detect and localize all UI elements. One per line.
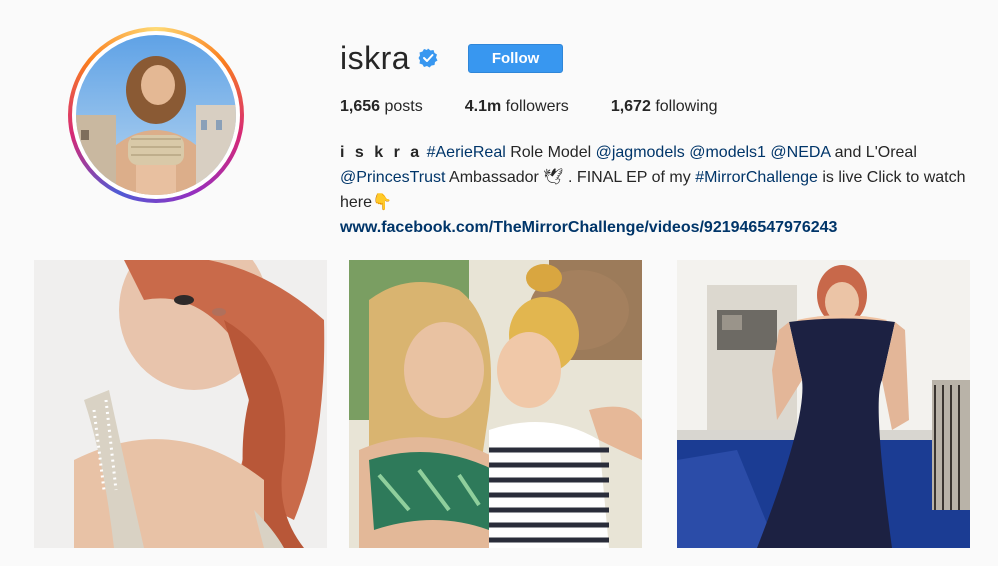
mention-models1[interactable]: @models1 xyxy=(689,144,766,161)
mention-neda[interactable]: @NEDA xyxy=(770,144,830,161)
post-tile[interactable] xyxy=(677,260,970,548)
bio-text: here👇 xyxy=(340,194,392,211)
hashtag-mirrorchallenge[interactable]: #MirrorChallenge xyxy=(695,169,818,186)
followers-label: followers xyxy=(505,98,569,115)
stat-followers[interactable]: 4.1m followers xyxy=(465,98,569,116)
hashtag-aeriereal[interactable]: #AerieReal xyxy=(427,144,506,161)
following-label: following xyxy=(655,98,718,115)
profile-avatar-ring[interactable] xyxy=(68,27,244,203)
avatar-ring-inner xyxy=(72,31,240,199)
bio-text: is live Click to watch xyxy=(817,169,966,186)
post-tile[interactable] xyxy=(34,260,327,548)
bio-line-1: i s k r a #AerieReal Role Model @jagmode… xyxy=(340,140,980,165)
following-count: 1,672 xyxy=(610,98,651,115)
follow-button[interactable]: Follow xyxy=(468,43,564,73)
posts-count: 1,656 xyxy=(340,98,381,115)
post-image xyxy=(34,260,327,548)
bio-text: Role Model xyxy=(505,144,596,161)
mention-jagmodels[interactable]: @jagmodels xyxy=(596,144,685,161)
post-tile[interactable] xyxy=(349,260,642,548)
posts-label: posts xyxy=(384,98,423,115)
post-image xyxy=(677,260,970,548)
avatar[interactable] xyxy=(76,35,236,195)
bio-text: Ambassador 🕊 . FINAL EP of my xyxy=(445,169,696,186)
bio-website-link[interactable]: www.facebook.com/TheMirrorChallenge/vide… xyxy=(340,215,980,240)
post-image xyxy=(349,260,642,548)
mention-princestrust[interactable]: @PrincesTrust xyxy=(340,169,445,186)
profile-bio: i s k r a #AerieReal Role Model @jagmode… xyxy=(340,140,980,240)
profile-header: iskra Follow xyxy=(340,38,564,78)
profile-stats: 1,656 posts 4.1m followers 1,672 followi… xyxy=(340,98,760,116)
bio-line-3: here👇 xyxy=(340,190,980,215)
avatar-photo xyxy=(76,35,236,195)
stat-posts: 1,656 posts xyxy=(340,98,423,116)
profile-username: iskra xyxy=(340,40,411,76)
bio-line-2: @PrincesTrust Ambassador 🕊 . FINAL EP of… xyxy=(340,165,980,190)
stat-following[interactable]: 1,672 following xyxy=(611,98,718,116)
bio-full-name: i s k r a xyxy=(340,144,423,161)
followers-count: 4.1m xyxy=(464,98,502,115)
bio-text: and L'Oreal xyxy=(830,144,917,161)
verified-badge-icon xyxy=(418,48,438,68)
